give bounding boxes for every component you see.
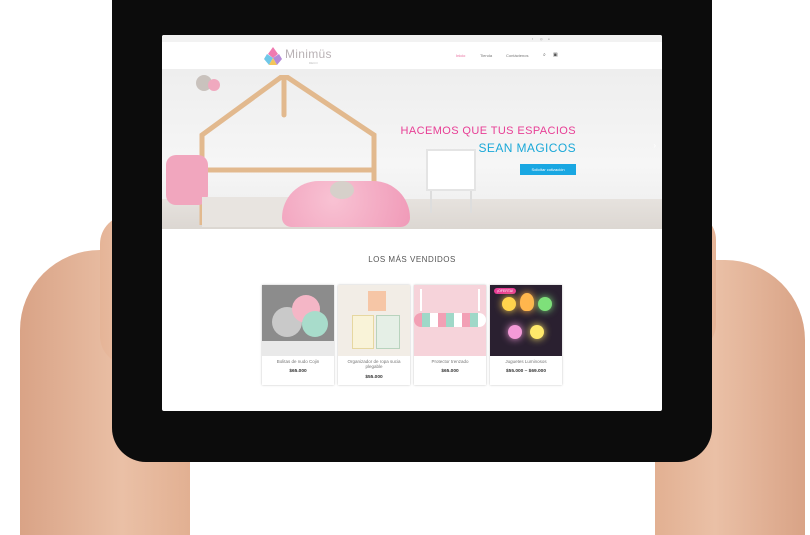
whatsapp-icon[interactable]: ●	[548, 37, 550, 41]
product-price: $65.000	[441, 369, 459, 374]
nav-item-tienda[interactable]: Tienda	[480, 53, 492, 58]
hero-title-line2: SEAN MAGICOS	[478, 141, 576, 155]
crib-bars	[420, 289, 480, 311]
hamper-mint	[376, 315, 400, 349]
product-card[interactable]: Organizador de ropa sucia plegable $55.0…	[338, 285, 410, 385]
product-card[interactable]: Protector trenzado $65.000	[414, 285, 486, 385]
product-name[interactable]: Bolitas de nudo Cojin	[264, 359, 332, 364]
product-card[interactable]: ¡OFERTA! Juguetes Luminosos $55.000 – $6…	[490, 285, 562, 385]
lamp-star	[530, 325, 544, 339]
lamp-yellow	[502, 297, 516, 311]
arrow-right-icon[interactable]: ›	[653, 141, 656, 150]
hero-title-line1: HACEMOS QUE TUS ESPACIOS	[400, 125, 576, 137]
product-image[interactable]	[262, 285, 334, 356]
website-screen: f ◎ ● Minimüs DECO Inicio Tienda Contáct…	[162, 35, 662, 411]
lamp-orange	[520, 293, 534, 311]
hamper-yellow	[352, 315, 374, 349]
logo-icon[interactable]	[263, 46, 283, 66]
request-quote-button[interactable]: Solicitar cotización	[520, 164, 576, 175]
product-name[interactable]: Organizador de ropa sucia plegable	[340, 359, 408, 369]
product-image[interactable]	[414, 285, 486, 356]
product-price: $65.000	[289, 369, 307, 374]
lamp-green	[538, 297, 552, 311]
product-card[interactable]: Bolitas de nudo Cojin $65.000	[262, 285, 334, 385]
main-nav: Minimüs DECO Inicio Tienda Contáctenos ⌕…	[162, 42, 662, 69]
cart-icon[interactable]: ▣	[553, 52, 558, 58]
lamp-pink	[508, 325, 522, 339]
nav-item-inicio[interactable]: Inicio	[456, 53, 465, 58]
shelf-legs	[430, 191, 472, 213]
white-shelf	[426, 149, 476, 191]
product-image[interactable]: ¡OFERTA!	[490, 285, 562, 356]
product-price: $55.000 – $69.000	[505, 369, 546, 374]
logo-subtitle: DECO	[309, 61, 318, 65]
product-name[interactable]: Juguetes Luminosos	[492, 359, 560, 364]
facebook-icon[interactable]: f	[532, 37, 533, 41]
instagram-icon[interactable]: ◎	[540, 37, 543, 41]
teddy-bear	[330, 181, 354, 199]
product-price: $55.000	[365, 375, 383, 380]
product-surface	[262, 341, 334, 356]
nav-item-contactenos[interactable]: Contáctenos	[506, 53, 528, 58]
product-name[interactable]: Protector trenzado	[416, 359, 484, 364]
hero-banner: HACEMOS QUE TUS ESPACIOS SEAN MAGICOS So…	[162, 69, 662, 229]
search-icon[interactable]: ⌕	[543, 52, 546, 58]
section-title: LOS MÁS VENDIDOS	[368, 255, 456, 264]
hamper-pink	[368, 291, 386, 311]
knot-cushion-mint	[302, 311, 328, 337]
braided-bumper	[414, 313, 486, 327]
logo-text[interactable]: Minimüs	[285, 47, 332, 61]
top-info-bar: f ◎ ●	[162, 35, 662, 42]
product-image[interactable]	[338, 285, 410, 356]
sale-badge: ¡OFERTA!	[494, 288, 517, 294]
